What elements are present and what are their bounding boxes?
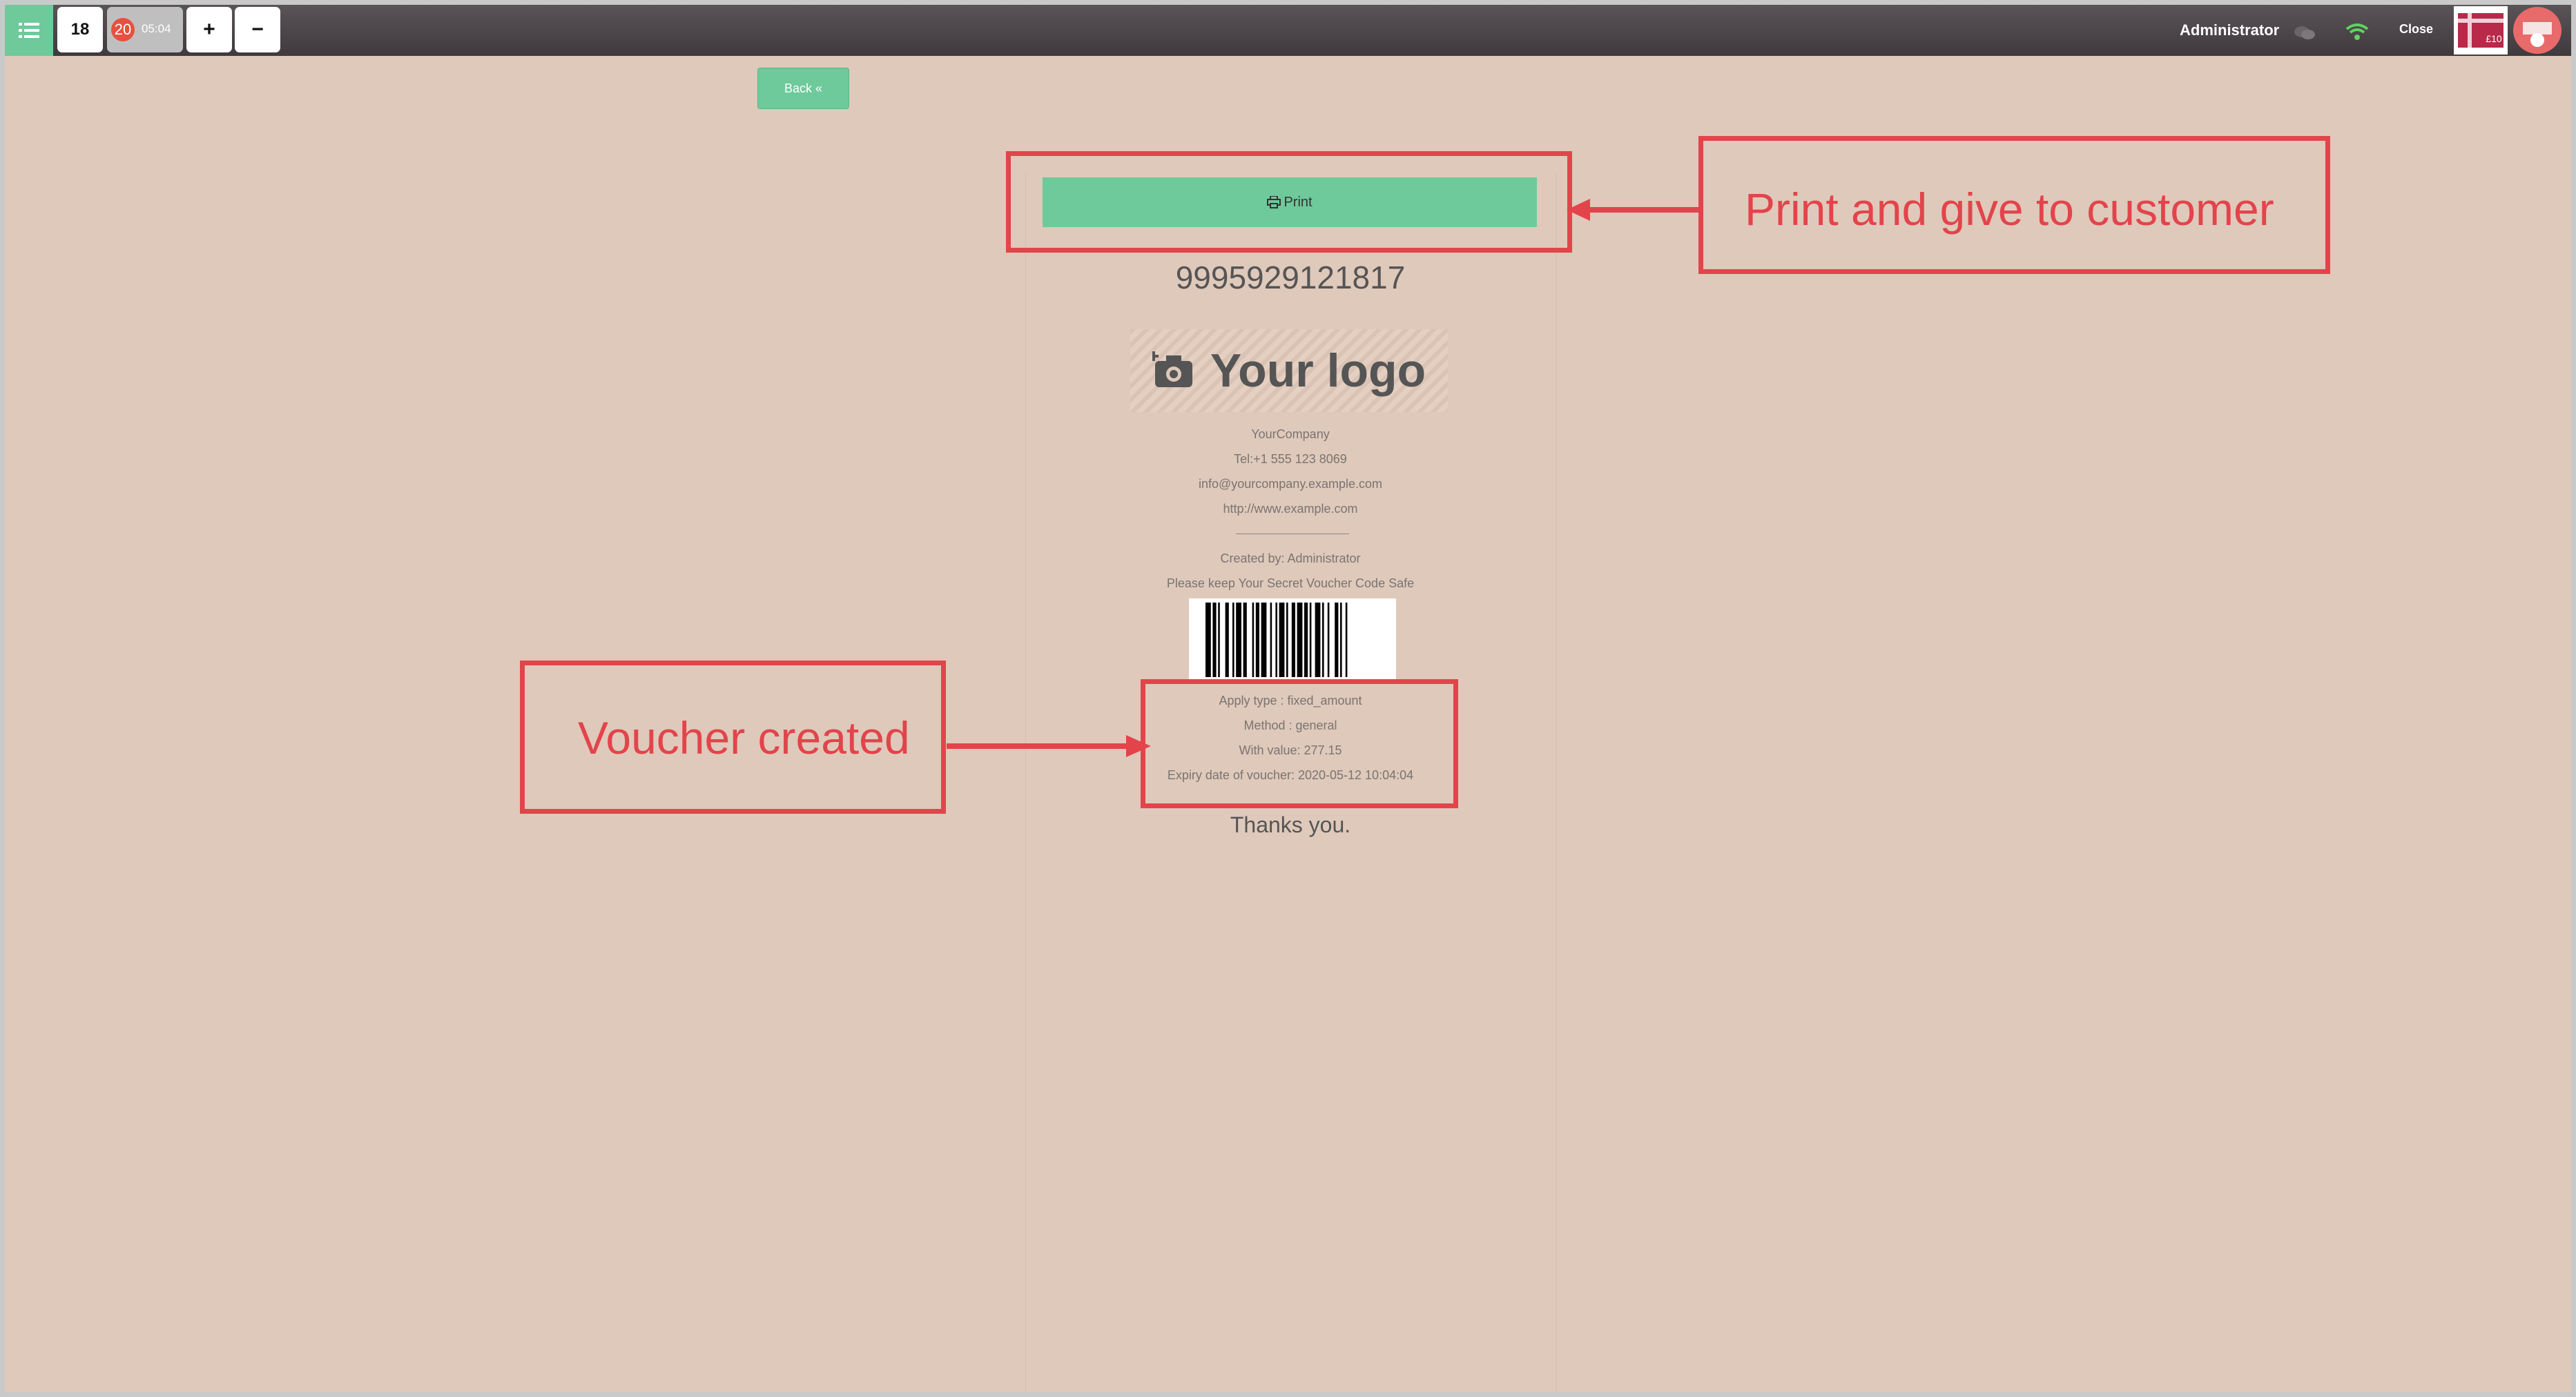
table-number-button[interactable]: 18 [57,7,103,52]
remove-order-button[interactable]: − [235,7,280,52]
top-bar: 18 20 05:04 + − Administrator Close £10 [5,5,2571,56]
list-icon [19,23,39,38]
company-logo: Your logo [1130,329,1448,412]
voucher-highlight-box [1141,679,1458,808]
minus-icon: − [251,18,264,41]
voucher-note: Voucher created [578,712,910,763]
user-name[interactable]: Administrator [2180,21,2279,39]
order-chip[interactable]: 20 05:04 [107,7,183,52]
avatar[interactable] [2513,7,2562,54]
gift-card-label: £10 [2486,33,2502,44]
print-note: Print and give to customer [1745,184,2274,235]
voucher-code: 9995929121817 [1175,260,1406,295]
created-by: Created by: Administrator [1220,551,1361,565]
logo-text: Your logo [1210,344,1426,397]
chat-icon[interactable] [2294,26,2316,41]
order-time: 05:04 [142,22,171,35]
company-name: YourCompany [1251,427,1330,441]
table-number: 18 [70,20,90,39]
menu-button[interactable] [5,5,53,56]
order-count-badge: 20 [111,18,135,41]
plus-icon: + [203,18,215,41]
gift-card-icon: £10 [2458,13,2504,48]
company-phone: Tel:+1 555 123 8069 [1234,452,1347,466]
voucher-barcode [1189,598,1396,681]
app-window: 18 20 05:04 + − Administrator Close £10 … [5,5,2571,1392]
camera-icon [1152,351,1192,387]
company-email: info@yourcompany.example.com [1198,477,1383,491]
back-button[interactable]: Back « [757,68,849,109]
gift-card-button[interactable]: £10 [2454,6,2508,55]
thanks-message: Thanks you. [1230,812,1351,837]
avatar-icon [2515,8,2559,52]
safety-note: Please keep Your Secret Voucher Code Saf… [1166,576,1415,590]
arrow-to-print [1567,199,1702,221]
arrow-to-voucher [947,735,1151,757]
add-order-button[interactable]: + [186,7,232,52]
barcode-graphic [1205,603,1348,677]
company-website: http://www.example.com [1223,502,1358,516]
print-highlight-box [1006,151,1572,253]
close-button[interactable]: Close [2399,22,2433,37]
wifi-icon [2345,23,2369,40]
